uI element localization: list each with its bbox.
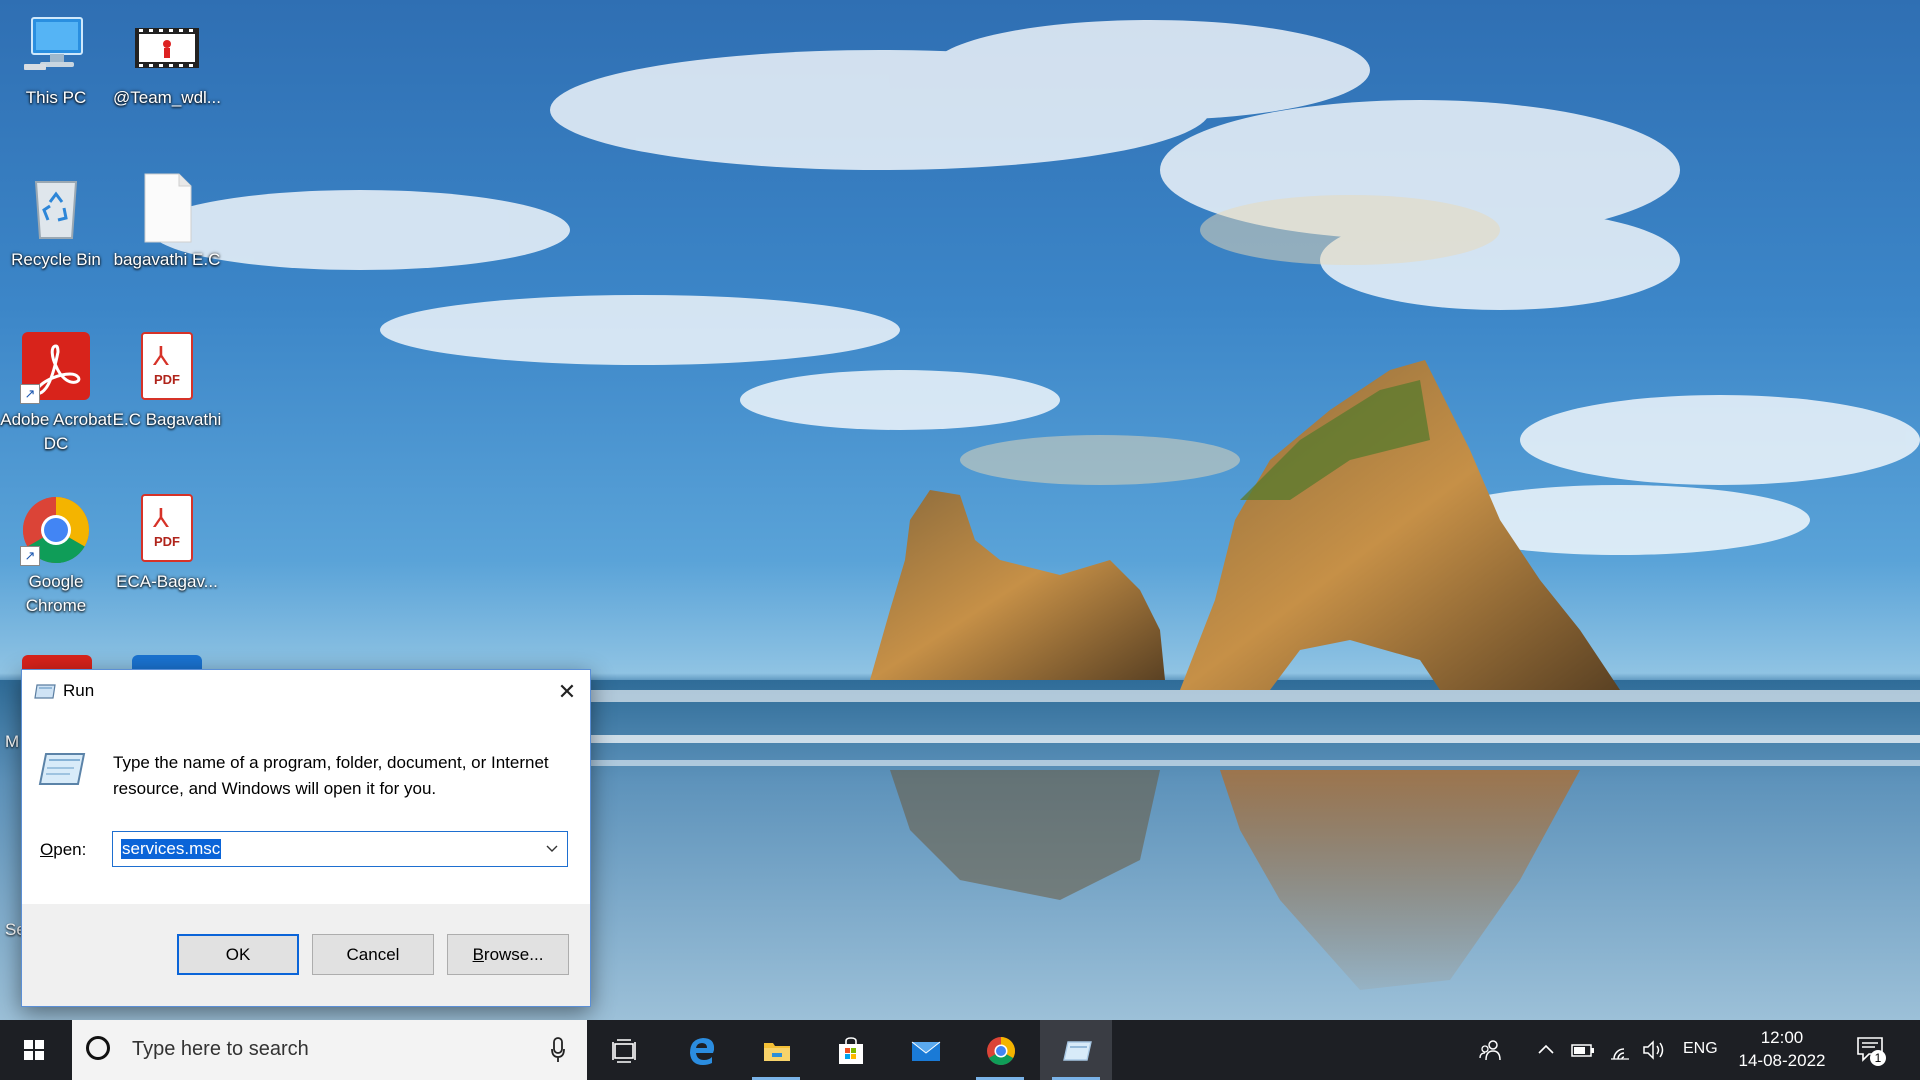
close-button[interactable]: ✕ — [544, 670, 590, 714]
desktop-icon-ec-bagavathi[interactable]: ⅄ PDF E.C Bagavathi — [111, 332, 223, 432]
open-label: Open: — [40, 840, 87, 859]
desktop-icon-label: Adobe Acrobat DC — [0, 410, 112, 453]
blank-document-icon — [131, 172, 203, 244]
close-icon: ✕ — [557, 679, 577, 704]
taskbar-search-box[interactable]: Type here to search — [72, 1020, 587, 1080]
desktop-icon-label: Recycle Bin — [11, 250, 101, 269]
ok-button[interactable]: OK — [177, 934, 299, 975]
chevron-up-icon[interactable] — [1536, 1038, 1556, 1062]
edge-icon — [690, 1038, 715, 1065]
run-taskbar-button[interactable] — [1040, 1020, 1112, 1080]
this-pc-icon — [20, 10, 92, 82]
desktop-icon-partial[interactable] — [132, 655, 202, 669]
store-button[interactable] — [814, 1020, 886, 1080]
run-button-bar: OK Cancel Browse... — [22, 904, 590, 1006]
desktop-icon-this-pc[interactable]: This PC — [0, 10, 112, 110]
taskbar: Type here to search ENG 12:00 14-08-2022… — [0, 1020, 1920, 1080]
mail-icon — [911, 1041, 941, 1061]
desktop-icon-label: bagavathi E.C — [113, 250, 221, 269]
browse-button[interactable]: Browse... — [447, 934, 569, 975]
pdf-file-icon: ⅄ PDF — [131, 332, 203, 404]
input-language[interactable]: ENG — [1683, 1040, 1718, 1058]
file-explorer-button[interactable] — [740, 1020, 812, 1080]
run-icon — [1063, 1041, 1092, 1061]
run-description: Type the name of a program, folder, docu… — [113, 753, 549, 798]
chrome-icon — [987, 1037, 1015, 1065]
run-dialog[interactable]: Run ✕ Type the name of a program, folder… — [21, 669, 591, 1007]
microphone-icon[interactable] — [551, 1037, 565, 1063]
clock-time: 12:00 — [1760, 1028, 1804, 1047]
battery-icon[interactable] — [1570, 1038, 1596, 1062]
notification-count-badge: 1 — [1870, 1050, 1886, 1066]
task-view-button[interactable] — [588, 1020, 660, 1080]
shortcut-arrow-icon: ↗ — [20, 546, 40, 566]
run-titlebar[interactable]: Run ✕ — [22, 670, 590, 714]
clock-date: 14-08-2022 — [1738, 1051, 1826, 1070]
desktop-icon-partial-label: M — [5, 732, 20, 751]
desktop-icon-label: This PC — [25, 88, 87, 107]
chevron-down-icon[interactable] — [537, 832, 567, 866]
edge-button[interactable] — [665, 1020, 737, 1080]
desktop-icon-label: Google Chrome — [25, 572, 87, 615]
mail-button[interactable] — [889, 1020, 961, 1080]
desktop-icon-label: E.C Bagavathi — [112, 410, 222, 429]
volume-icon[interactable] — [1641, 1038, 1667, 1062]
cancel-button[interactable]: Cancel — [312, 934, 434, 975]
desktop-icon-bagavathi-ec[interactable]: bagavathi E.C — [111, 172, 223, 272]
task-view-icon — [612, 1039, 636, 1063]
file-explorer-icon — [764, 1043, 790, 1061]
run-program-icon — [38, 753, 86, 785]
desktop-icon-team-wdl[interactable]: @Team_wdl... — [111, 10, 223, 110]
clock[interactable]: 12:00 14-08-2022 — [1722, 1026, 1842, 1072]
shortcut-arrow-icon: ↗ — [20, 384, 40, 404]
windows-logo-icon — [24, 1040, 44, 1060]
desktop-icon-recycle-bin[interactable]: Recycle Bin — [0, 172, 112, 272]
desktop-icon-label: ECA-Bagav... — [116, 572, 218, 591]
desktop-icon-eca-bagav[interactable]: ⅄ PDF ECA-Bagav... — [111, 494, 223, 594]
open-input-value[interactable]: services.msc — [121, 839, 222, 859]
desktop-icon-google-chrome[interactable]: ↗ Google Chrome — [0, 494, 112, 618]
open-combobox[interactable]: services.msc — [112, 831, 568, 867]
desktop-icon-partial[interactable] — [22, 655, 92, 669]
chrome-icon: ↗ — [20, 494, 92, 566]
start-button[interactable] — [0, 1020, 70, 1080]
desktop-icon-adobe-acrobat[interactable]: ↗ Adobe Acrobat DC — [0, 332, 112, 456]
adobe-acrobat-icon: ↗ — [20, 332, 92, 404]
search-placeholder: Type here to search — [132, 1038, 309, 1060]
desktop-icon-label: @Team_wdl... — [113, 88, 221, 107]
chrome-button[interactable] — [964, 1020, 1036, 1080]
microsoft-store-icon — [839, 1037, 863, 1064]
pdf-file-icon: ⅄ PDF — [131, 494, 203, 566]
video-file-icon — [131, 10, 203, 82]
recycle-bin-icon — [20, 172, 92, 244]
run-dialog-title: Run — [63, 681, 95, 700]
cortana-icon — [86, 1036, 110, 1060]
wifi-icon[interactable] — [1608, 1038, 1632, 1062]
run-icon — [34, 684, 56, 699]
people-icon[interactable] — [1478, 1038, 1502, 1062]
